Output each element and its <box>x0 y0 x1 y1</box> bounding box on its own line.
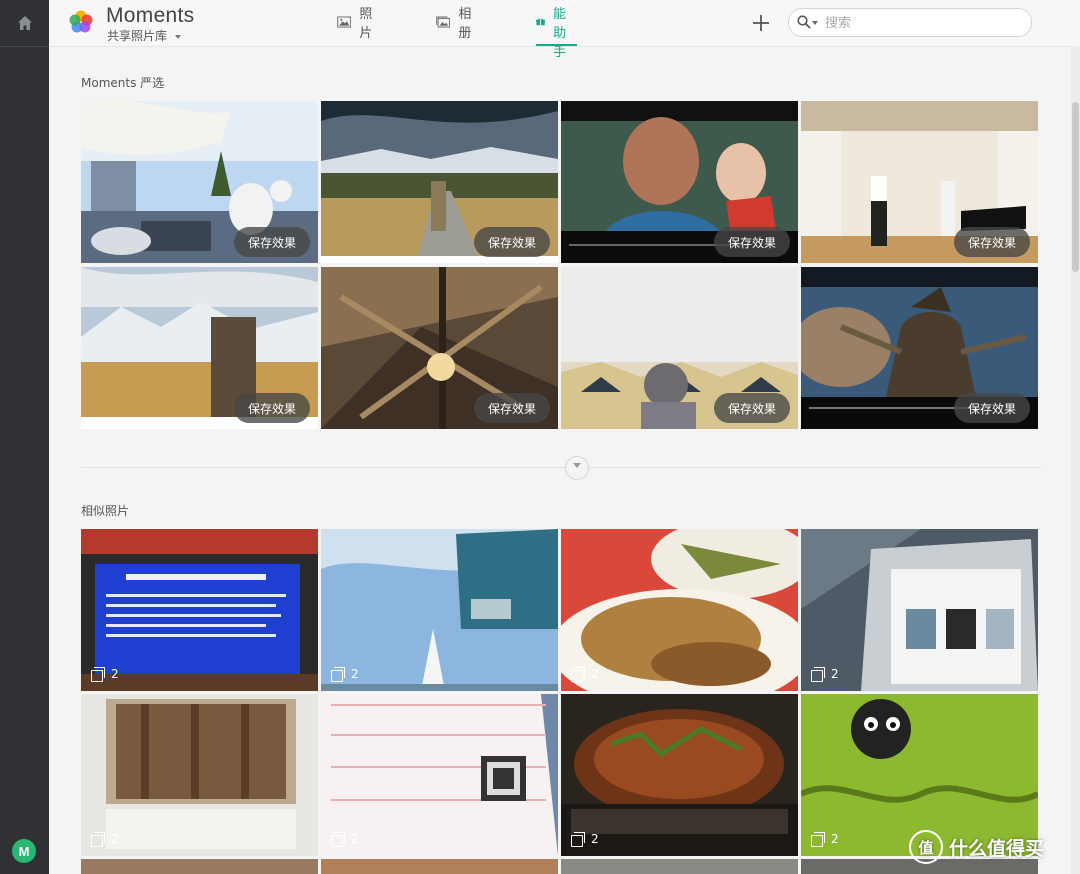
library-selector[interactable]: 共享照片库 <box>107 27 182 44</box>
save-effect-button[interactable]: 保存效果 <box>713 227 790 257</box>
stack-count-badge: 2 <box>91 832 119 847</box>
stack-count: 2 <box>351 667 359 681</box>
search-input[interactable] <box>823 12 1017 34</box>
app-title: Moments <box>106 4 195 27</box>
library-selector-label: 共享照片库 <box>107 29 168 43</box>
watermark-text: 什么值得买 <box>949 837 1045 860</box>
stack-count: 2 <box>831 667 839 681</box>
section-divider <box>81 467 1041 468</box>
similar-photo-tile[interactable] <box>561 859 798 874</box>
stack-count: 2 <box>591 832 599 846</box>
stack-icon <box>571 667 585 682</box>
expand-chevron-icon[interactable] <box>565 456 589 480</box>
save-effect-button[interactable]: 保存效果 <box>233 227 310 257</box>
save-effect-button[interactable]: 保存效果 <box>473 227 550 257</box>
save-effect-label: 保存效果 <box>727 401 776 416</box>
stack-count: 2 <box>111 667 119 681</box>
left-rail: M <box>0 0 49 874</box>
stack-count-badge: 2 <box>811 832 839 847</box>
similar-photo-tile[interactable]: 2 <box>801 529 1038 691</box>
tab-smart-assistant[interactable]: 智能助手 <box>536 0 578 60</box>
photo-thumbnail <box>321 859 558 874</box>
stack-count-badge: 2 <box>571 667 599 682</box>
photo-icon <box>337 16 352 28</box>
top-header: Moments 共享照片库 照片 相册 能助手 搜索 <box>49 0 1080 60</box>
save-effect-button[interactable]: 保存效果 <box>953 227 1030 257</box>
plus-icon[interactable] <box>749 11 773 35</box>
moments-photo-tile[interactable]: 保存效果 <box>801 267 1038 429</box>
search-options-chevron-icon[interactable] <box>812 21 818 25</box>
tab-smart-assistant-label: 智能助手 <box>553 0 567 60</box>
stack-icon <box>331 667 345 682</box>
moments-photo-tile[interactable]: 保存效果 <box>561 101 798 263</box>
moments-photo-tile[interactable]: 保存效果 <box>81 267 318 429</box>
save-effect-label: 保存效果 <box>967 401 1016 416</box>
watermark-badge: 值 <box>909 830 943 864</box>
gift-icon <box>536 18 546 26</box>
similar-photo-tile[interactable]: 2 <box>81 694 318 856</box>
chevron-down-icon <box>175 34 182 39</box>
save-effect-label: 保存效果 <box>247 401 296 416</box>
stack-count: 2 <box>351 832 359 846</box>
similar-photo-tile[interactable] <box>81 859 318 874</box>
photo-thumbnail <box>561 859 798 874</box>
moments-logo-icon <box>69 10 93 33</box>
moments-photo-tile[interactable]: 保存效果 <box>801 101 1038 263</box>
user-avatar[interactable]: M <box>12 839 36 863</box>
stack-count-badge: 2 <box>571 832 599 847</box>
save-effect-label: 保存效果 <box>727 235 776 250</box>
stack-count: 2 <box>111 832 119 846</box>
stack-icon <box>811 832 825 847</box>
stack-icon <box>331 832 345 847</box>
save-effect-label: 保存效果 <box>487 401 536 416</box>
stack-count-badge: 2 <box>331 832 359 847</box>
save-effect-button[interactable]: 保存效果 <box>233 393 310 423</box>
save-effect-label: 保存效果 <box>487 235 536 250</box>
tab-photos-label: 照片 <box>359 7 373 41</box>
stack-count: 2 <box>591 667 599 681</box>
stack-count: 2 <box>831 832 839 846</box>
save-effect-label: 保存效果 <box>967 235 1016 250</box>
similar-photo-tile[interactable]: 2 <box>561 529 798 691</box>
stack-count-badge: 2 <box>331 667 359 682</box>
save-effect-button[interactable]: 保存效果 <box>713 393 790 423</box>
stack-icon <box>91 832 105 847</box>
photo-thumbnail <box>81 859 318 874</box>
similar-photo-tile[interactable] <box>321 859 558 874</box>
moments-photo-tile[interactable]: 保存效果 <box>321 101 558 263</box>
vertical-scrollbar[interactable] <box>1071 46 1080 874</box>
tab-photos[interactable]: 照片 <box>337 0 378 44</box>
stack-icon <box>571 832 585 847</box>
similar-photo-tile[interactable]: 2 <box>321 694 558 856</box>
save-effect-label: 保存效果 <box>247 235 296 250</box>
save-effect-button[interactable]: 保存效果 <box>953 393 1030 423</box>
moments-selection-title: Moments 严选 <box>81 76 165 90</box>
stack-icon <box>91 667 105 682</box>
home-icon <box>17 16 32 30</box>
stack-count-badge: 2 <box>811 667 839 682</box>
scrollbar-thumb[interactable] <box>1072 102 1079 272</box>
home-button[interactable] <box>0 0 49 47</box>
tab-albums-label: 相册 <box>458 7 472 41</box>
moments-photo-tile[interactable]: 保存效果 <box>321 267 558 429</box>
similar-photos-title: 相似照片 <box>81 504 130 518</box>
search-icon[interactable] <box>797 15 811 29</box>
similar-photo-tile[interactable]: 2 <box>81 529 318 691</box>
stack-icon <box>811 667 825 682</box>
tab-albums[interactable]: 相册 <box>436 0 477 44</box>
similar-photo-tile[interactable]: 2 <box>321 529 558 691</box>
save-effect-button[interactable]: 保存效果 <box>473 393 550 423</box>
album-icon <box>436 16 451 28</box>
moments-photo-tile[interactable]: 保存效果 <box>81 101 318 263</box>
moments-photo-tile[interactable]: 保存效果 <box>561 267 798 429</box>
site-watermark: 值 什么值得买 <box>909 830 1044 864</box>
stack-count-badge: 2 <box>91 667 119 682</box>
search-box <box>788 8 1032 37</box>
similar-photo-tile[interactable]: 2 <box>561 694 798 856</box>
